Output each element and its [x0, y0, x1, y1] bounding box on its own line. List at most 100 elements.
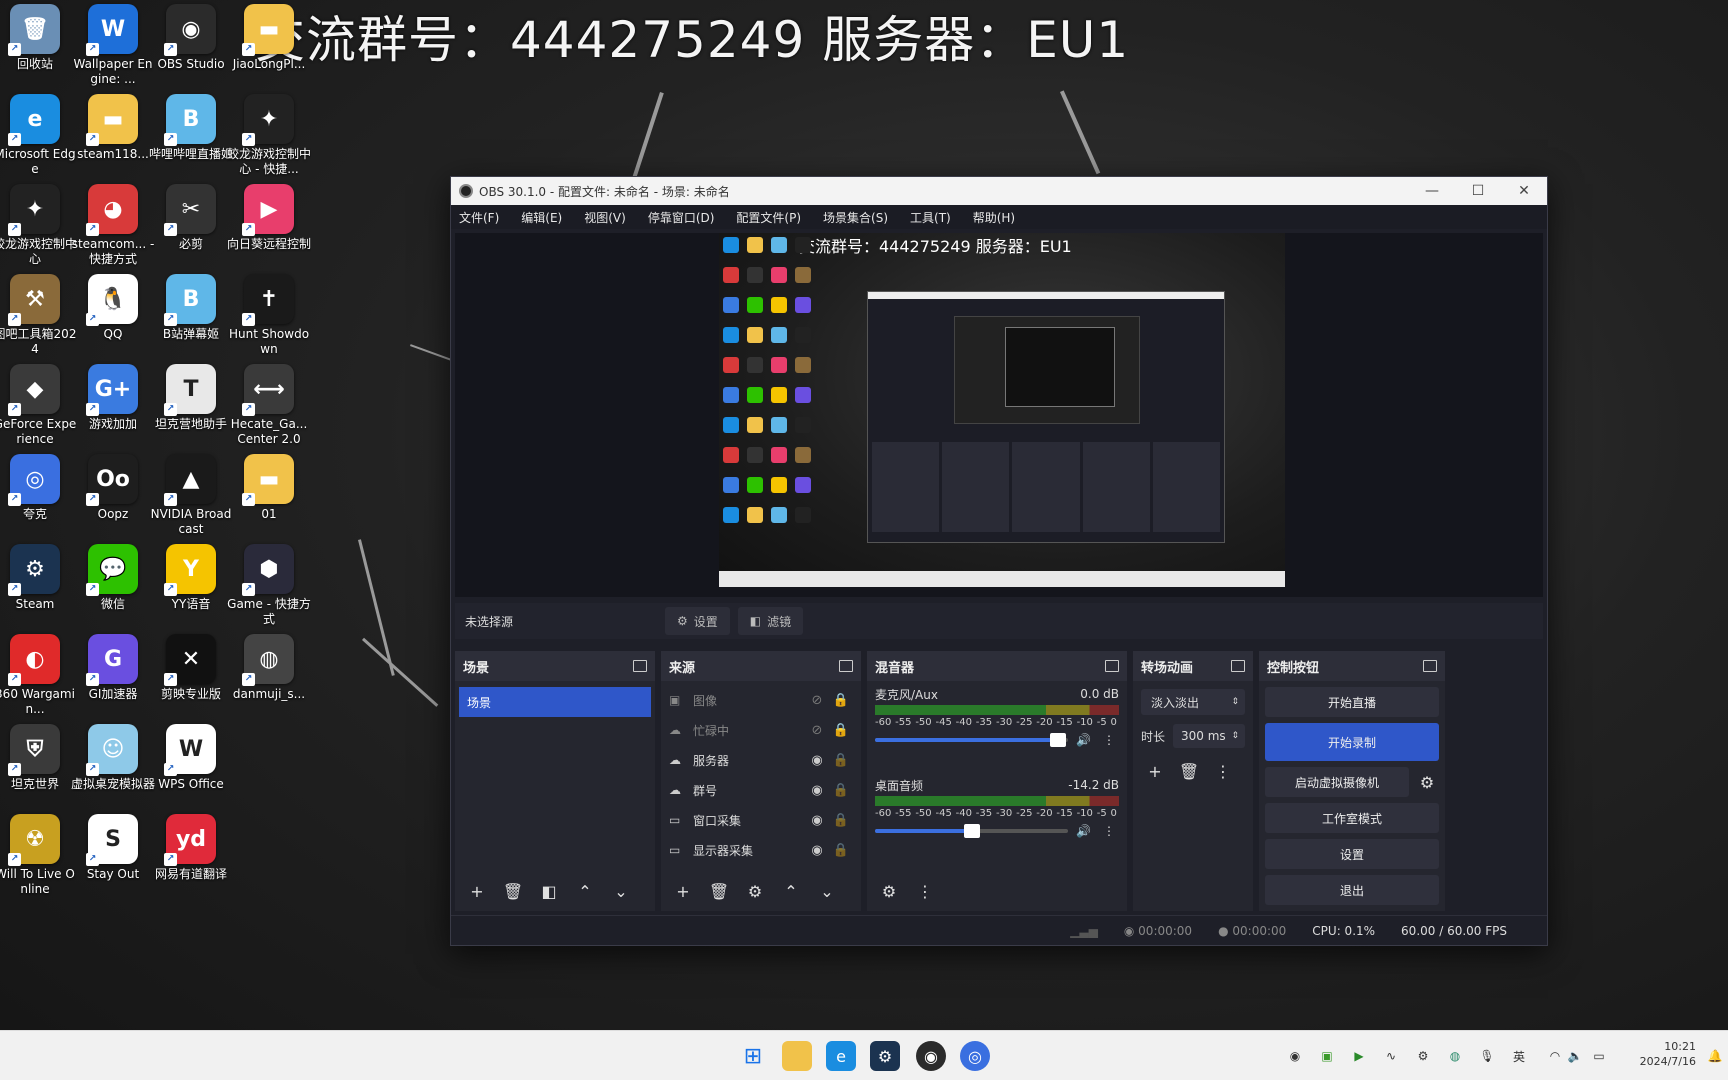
- channel-menu-icon[interactable]: ⋮: [1099, 824, 1119, 838]
- source-properties-button[interactable]: ⚙: [741, 877, 769, 905]
- settings-button[interactable]: 设置: [1265, 839, 1439, 869]
- unlock-icon[interactable]: 🔒: [829, 753, 853, 768]
- desktop-icon[interactable]: ✂ ↗ 必剪: [151, 184, 231, 280]
- ime-indicator[interactable]: 英: [1510, 1047, 1528, 1065]
- preview-canvas[interactable]: 交流群号：444275249 服务器：EU1: [719, 233, 1285, 587]
- obs-icon[interactable]: ◉: [916, 1041, 946, 1071]
- exit-button[interactable]: 退出: [1265, 875, 1439, 905]
- volume-slider-handle[interactable]: [1050, 733, 1067, 747]
- speaker-icon[interactable]: 🔊: [1076, 733, 1091, 747]
- advanced-audio-button[interactable]: ⚙: [875, 877, 903, 905]
- desktop-icon[interactable]: G ↗ GI加速器: [73, 634, 153, 730]
- broadcast-tray-icon[interactable]: ▶: [1350, 1047, 1368, 1065]
- desktop-icon[interactable]: ▲ ↗ NVIDIA Broadcast: [151, 454, 231, 550]
- edge-icon[interactable]: e: [826, 1041, 856, 1071]
- add-source-button[interactable]: +: [669, 877, 697, 905]
- steam-tray-icon[interactable]: ⚙: [1414, 1047, 1432, 1065]
- close-button[interactable]: ✕: [1501, 183, 1547, 199]
- move-up-button[interactable]: ⌃: [777, 877, 805, 905]
- add-scene-button[interactable]: +: [463, 877, 491, 905]
- scene-item[interactable]: 场景: [459, 687, 651, 717]
- desktop-icon[interactable]: ◕ ↗ steamcom... - 快捷方式: [72, 184, 154, 280]
- transition-menu-button[interactable]: ⋮: [1209, 757, 1237, 785]
- desktop-icon[interactable]: ◍ ↗ danmuji_s...: [229, 634, 309, 730]
- desktop-icon[interactable]: 💬 ↗ 微信: [73, 544, 153, 640]
- start-recording-button[interactable]: 开始录制: [1265, 723, 1439, 761]
- transition-select[interactable]: 淡入淡出 ⇕: [1141, 689, 1245, 715]
- unlock-icon[interactable]: 🔒: [829, 843, 853, 858]
- desktop-icon[interactable]: ☢ ↗ Will To Live Online: [0, 814, 75, 910]
- eye-hidden-icon[interactable]: ⊘: [805, 693, 829, 708]
- remove-source-button[interactable]: 🗑: [705, 877, 733, 905]
- desktop-icon[interactable]: ✦ ↗ 蛟龙游戏控制中心: [0, 184, 77, 280]
- desktop-icon[interactable]: ✦ ↗ 蛟龙游戏控制中心 - 快捷...: [227, 94, 311, 190]
- desktop-icon[interactable]: W ↗ Wallpaper Engine: ...: [73, 4, 153, 100]
- menu-item[interactable]: 帮助(H): [973, 209, 1015, 226]
- desktop-icon[interactable]: ☺ ↗ 虚拟桌宠模拟器: [71, 724, 155, 820]
- steam-icon[interactable]: ⚙: [870, 1041, 900, 1071]
- source-item[interactable]: ☁ 忙碌中 ⊘ 🔒: [661, 715, 861, 745]
- source-item[interactable]: ▣ 图像 ⊘ 🔒: [661, 685, 861, 715]
- minimize-button[interactable]: —: [1409, 183, 1455, 199]
- move-up-button[interactable]: ⌃: [571, 877, 599, 905]
- network-app-tray-icon[interactable]: ◍: [1446, 1047, 1464, 1065]
- studio-mode-button[interactable]: 工作室模式: [1265, 803, 1439, 833]
- desktop-icon[interactable]: ◐ ↗ 360 Wargamin...: [0, 634, 75, 730]
- desktop-icon[interactable]: ▶ ↗ 向日葵远程控制: [227, 184, 311, 280]
- desktop-icon[interactable]: ▬ ↗ JiaoLongPl...: [229, 4, 309, 100]
- desktop-icon[interactable]: ◉ ↗ OBS Studio: [151, 4, 231, 100]
- volume-icon[interactable]: 🔈: [1566, 1047, 1584, 1065]
- duration-spinbox[interactable]: 300 ms ⇕: [1173, 724, 1245, 748]
- desktop-icon[interactable]: W ↗ WPS Office: [151, 724, 231, 820]
- desktop-icon[interactable]: ⟷ ↗ Hecate_Ga... Center 2.0: [229, 364, 309, 460]
- notification-bell-icon[interactable]: 🔔: [1706, 1047, 1724, 1065]
- menu-item[interactable]: 编辑(E): [521, 209, 562, 226]
- move-down-button[interactable]: ⌄: [813, 877, 841, 905]
- maximize-button[interactable]: ☐: [1455, 183, 1501, 199]
- virtual-camera-settings-icon[interactable]: ⚙: [1413, 768, 1441, 796]
- remove-scene-button[interactable]: 🗑: [499, 877, 527, 905]
- undock-icon[interactable]: [1423, 660, 1437, 672]
- clock[interactable]: 10:21 2024/7/16: [1640, 1039, 1696, 1069]
- preview-area[interactable]: 交流群号：444275249 服务器：EU1: [455, 233, 1543, 597]
- desktop-icon[interactable]: ⚒ ↗ 图吧工具箱2024: [0, 274, 76, 370]
- start-streaming-button[interactable]: 开始直播: [1265, 687, 1439, 717]
- battery-icon[interactable]: ▭: [1590, 1047, 1608, 1065]
- microphone-tray-icon[interactable]: 🎙: [1478, 1047, 1496, 1065]
- desktop-icon[interactable]: ◆ ↗ GeForce Experience: [0, 364, 76, 460]
- desktop-icon[interactable]: S ↗ Stay Out: [73, 814, 153, 910]
- menu-item[interactable]: 场景集合(S): [823, 209, 888, 226]
- eye-icon[interactable]: ◉: [805, 843, 829, 858]
- desktop-icon[interactable]: Oo ↗ Oopz: [73, 454, 153, 550]
- desktop-icon[interactable]: T ↗ 坦克营地助手: [151, 364, 231, 460]
- desktop-icon[interactable]: ✕ ↗ 剪映专业版: [151, 634, 231, 730]
- desktop-icon[interactable]: ◎ ↗ 夸克: [0, 454, 75, 550]
- channel-menu-icon[interactable]: ⋮: [1099, 733, 1119, 747]
- volume-slider[interactable]: [875, 824, 1069, 838]
- source-item[interactable]: ▭ 窗口采集 ◉ 🔒: [661, 805, 861, 835]
- start-button[interactable]: ⊞: [738, 1041, 768, 1071]
- unlock-icon[interactable]: 🔒: [829, 783, 853, 798]
- tray-app-icon[interactable]: ∿: [1382, 1047, 1400, 1065]
- remove-transition-button[interactable]: 🗑: [1175, 757, 1203, 785]
- menu-item[interactable]: 停靠窗口(D): [648, 209, 715, 226]
- menu-item[interactable]: 视图(V): [584, 209, 626, 226]
- undock-icon[interactable]: [1231, 660, 1245, 672]
- unlock-icon[interactable]: 🔒: [829, 813, 853, 828]
- undock-icon[interactable]: [839, 660, 853, 672]
- nvidia-tray-icon[interactable]: ▣: [1318, 1047, 1336, 1065]
- mixer-menu-button[interactable]: ⋮: [911, 877, 939, 905]
- move-down-button[interactable]: ⌄: [607, 877, 635, 905]
- source-settings-button[interactable]: ⚙ 设置: [665, 607, 730, 635]
- add-transition-button[interactable]: +: [1141, 757, 1169, 785]
- obs-tray-icon[interactable]: ◉: [1286, 1047, 1304, 1065]
- desktop-icon[interactable]: Y ↗ YY语音: [151, 544, 231, 640]
- source-item[interactable]: ☁ 群号 ◉ 🔒: [661, 775, 861, 805]
- speaker-icon[interactable]: 🔊: [1076, 824, 1091, 838]
- wifi-icon[interactable]: ◠: [1546, 1047, 1564, 1065]
- desktop-icon[interactable]: ▬ ↗ steam118...: [73, 94, 153, 190]
- start-virtual-camera-button[interactable]: 启动虚拟摄像机: [1265, 767, 1409, 797]
- eye-icon[interactable]: ◉: [805, 753, 829, 768]
- desktop-icon[interactable]: ⚙ ↗ Steam: [0, 544, 75, 640]
- desktop-icon[interactable]: 🐧 ↗ QQ: [73, 274, 153, 370]
